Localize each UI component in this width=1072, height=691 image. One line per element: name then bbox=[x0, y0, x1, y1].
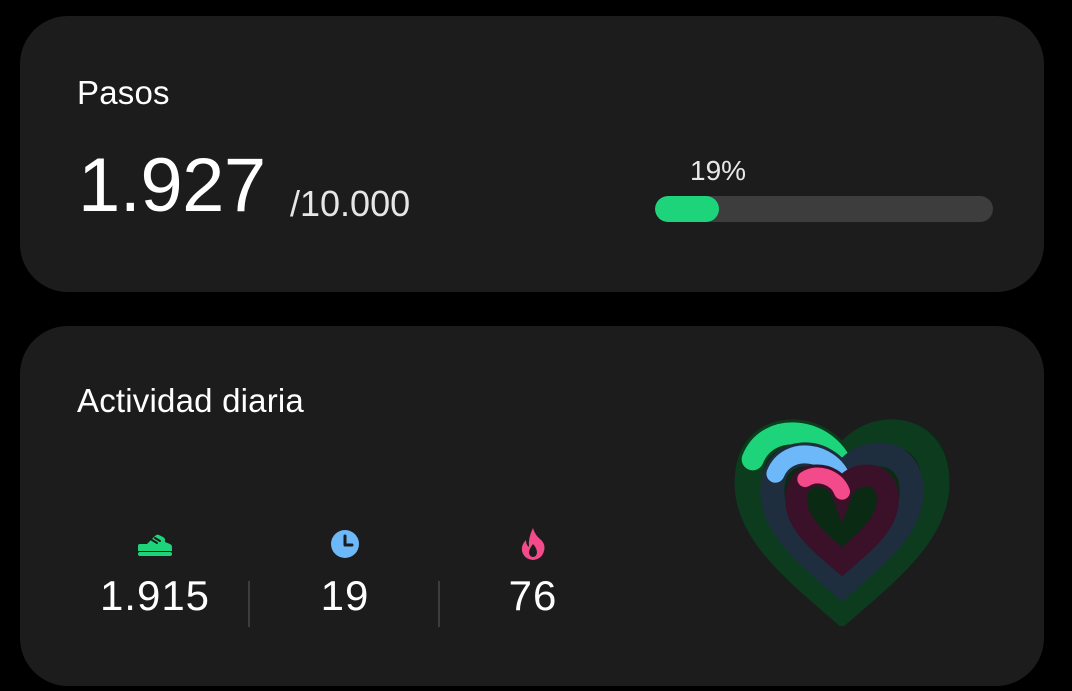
stat-calories: 76 bbox=[438, 526, 628, 620]
clock-icon bbox=[331, 530, 359, 558]
stat-calories-value: 76 bbox=[508, 572, 558, 619]
steps-progress-fill bbox=[655, 196, 720, 222]
stat-active-time: 19 bbox=[250, 526, 440, 620]
activity-rings-heart[interactable] bbox=[720, 390, 982, 626]
stat-steps: 1.915 bbox=[60, 526, 250, 620]
steps-count: 1.927 bbox=[78, 143, 266, 228]
flame-icon bbox=[521, 528, 545, 560]
stat-steps-value: 1.915 bbox=[99, 572, 211, 619]
steps-goal: /10.000 bbox=[290, 183, 411, 224]
steps-card[interactable]: Pasos 1.927 /10.000 19% bbox=[20, 16, 1044, 292]
steps-progress-bar bbox=[655, 196, 993, 222]
daily-activity-card[interactable]: Actividad diaria 1.915 19 76 bbox=[20, 326, 1044, 686]
daily-activity-title: Actividad diaria bbox=[77, 382, 304, 419]
shoe-icon bbox=[138, 534, 172, 556]
stat-active-time-value: 19 bbox=[320, 572, 370, 619]
steps-progress-percent: 19% bbox=[690, 155, 747, 186]
steps-title: Pasos bbox=[77, 74, 170, 111]
